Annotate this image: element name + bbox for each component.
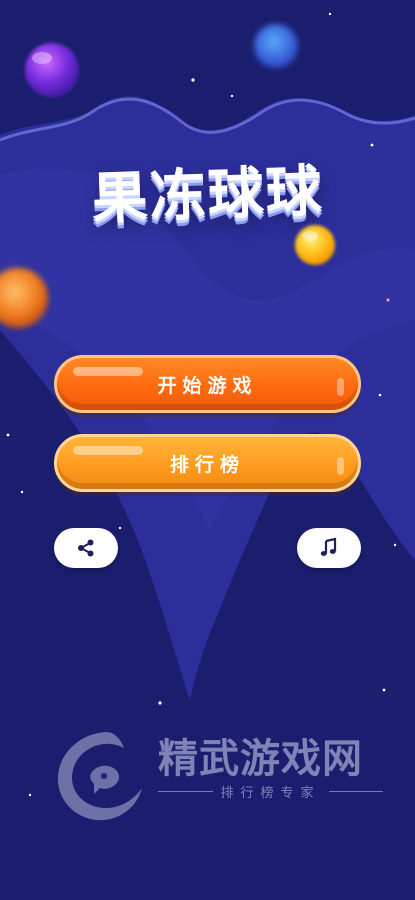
music-note-icon: [320, 537, 337, 556]
divider: [158, 791, 213, 792]
leaderboard-button[interactable]: 排行榜: [54, 434, 361, 492]
button-shine: [73, 367, 143, 376]
game-screen: 果冻球球 开始游戏 排行榜 精武游戏网 排行榜专家: [0, 0, 415, 900]
music-toggle-button[interactable]: [297, 528, 361, 568]
watermark-tagline: 排行榜专家: [220, 786, 321, 801]
button-shine: [337, 457, 344, 475]
watermark: 精武游戏网 排行榜专家: [46, 720, 396, 830]
watermark-tagline-row: 排行榜专家: [158, 782, 384, 801]
button-shine: [337, 378, 344, 396]
start-game-label: 开始游戏: [157, 374, 258, 397]
share-button[interactable]: [54, 528, 118, 568]
leaderboard-label: 排行榜: [169, 453, 245, 476]
watermark-name: 精武游戏网: [158, 736, 363, 782]
watermark-logo: [57, 732, 142, 821]
start-game-button[interactable]: 开始游戏: [54, 355, 361, 413]
share-icon: [78, 539, 94, 557]
game-title: 果冻球球: [90, 158, 325, 233]
button-shine: [73, 446, 143, 455]
divider: [328, 791, 384, 792]
